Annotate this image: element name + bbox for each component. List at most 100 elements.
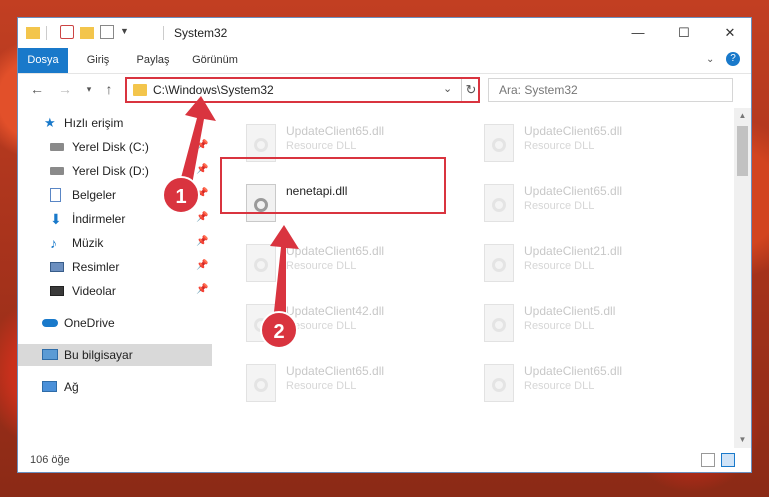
dll-file-icon [484, 124, 514, 162]
maximize-button[interactable]: ☐ [661, 18, 707, 48]
item-count: 106 öğe [30, 454, 70, 466]
dll-file-icon [246, 244, 276, 282]
pin-icon[interactable]: 📌 [196, 260, 208, 271]
status-bar: 106 öğe [18, 450, 751, 472]
quick-access-dropdown-icon[interactable]: ▼ [120, 26, 129, 36]
gear-icon [492, 198, 506, 212]
up-button[interactable]: ↑ [100, 80, 118, 98]
file-name: UpdateClient65.dll [524, 184, 623, 198]
properties-icon[interactable] [60, 25, 74, 39]
dll-file-icon [484, 244, 514, 282]
gear-icon [492, 258, 506, 272]
tab-giris[interactable]: Giriş [78, 48, 118, 73]
sidebar-item-label: Yerel Disk (C:) [72, 140, 149, 154]
tab-dosya[interactable]: Dosya [18, 48, 68, 73]
folder-icon [26, 27, 40, 39]
sidebar-item-videos[interactable]: Videolar 📌 [18, 280, 212, 302]
scroll-up-icon[interactable]: ▲ [734, 108, 751, 124]
refresh-button[interactable]: ↻ [461, 79, 480, 101]
file-item[interactable]: UpdateClient65.dll Resource DLL [242, 240, 472, 288]
file-item[interactable]: UpdateClient21.dll Resource DLL [480, 240, 710, 288]
new-folder-icon[interactable] [80, 27, 94, 39]
details-view-icon[interactable] [701, 453, 715, 467]
file-type: Resource DLL [524, 380, 595, 392]
minimize-button[interactable]: — [615, 18, 661, 48]
sidebar-item-label: Yerel Disk (D:) [72, 164, 149, 178]
window-title: System32 [174, 26, 228, 40]
file-name: UpdateClient21.dll [524, 244, 623, 258]
search-placeholder: Ara: System32 [499, 83, 578, 97]
recent-locations-chevron-icon[interactable]: ▾ [80, 80, 98, 98]
file-type: Resource DLL [286, 260, 357, 272]
search-input[interactable]: Ara: System32 [488, 78, 733, 102]
sidebar-item-label: Bu bilgisayar [64, 348, 133, 362]
vertical-scrollbar[interactable]: ▲ ▼ [734, 108, 751, 448]
file-name: UpdateClient65.dll [524, 364, 623, 378]
file-name: UpdateClient65.dll [286, 124, 385, 138]
separator [46, 26, 47, 40]
gear-icon [254, 378, 268, 392]
pin-icon[interactable]: 📌 [196, 236, 208, 247]
file-type: Resource DLL [286, 380, 357, 392]
expand-ribbon-icon[interactable]: ⌄ [706, 54, 714, 65]
music-icon: ♪ [50, 235, 57, 251]
separator [163, 26, 164, 40]
gear-icon [254, 258, 268, 272]
documents-icon [50, 188, 61, 202]
file-type: Resource DLL [524, 140, 595, 152]
pin-icon[interactable]: 📌 [196, 284, 208, 295]
dll-file-icon [246, 364, 276, 402]
step-marker-1: 1 [162, 176, 200, 214]
address-bar[interactable]: C:\Windows\System32 ⌄ ↻ [125, 77, 480, 103]
help-button[interactable]: ? [726, 52, 740, 66]
navigation-pane: ★ Hızlı erişim Yerel Disk (C:) 📌 Yerel D… [18, 108, 212, 448]
drive-icon [50, 143, 64, 151]
pin-icon[interactable]: 📌 [196, 212, 208, 223]
title-bar: ▼ System32 — ☐ ✕ [18, 18, 751, 48]
scroll-down-icon[interactable]: ▼ [734, 432, 751, 448]
chevron-down-icon[interactable]: ⌄ [443, 82, 452, 95]
sidebar-item-music[interactable]: ♪ Müzik 📌 [18, 232, 212, 254]
highlight-box-file [220, 157, 446, 214]
sidebar-item-label: Belgeler [72, 188, 117, 202]
file-item[interactable]: UpdateClient65.dll Resource DLL [480, 360, 710, 408]
sidebar-item-pictures[interactable]: Resimler 📌 [18, 256, 212, 278]
sidebar-item-quick-access[interactable]: ★ Hızlı erişim [18, 112, 212, 134]
pin-icon[interactable]: 📌 [196, 140, 208, 151]
downloads-icon: ⬇ [50, 211, 62, 227]
large-icons-view-icon[interactable] [721, 453, 735, 467]
dll-file-icon [484, 364, 514, 402]
sidebar-item-disk-c[interactable]: Yerel Disk (C:) 📌 [18, 136, 212, 158]
address-path: C:\Windows\System32 [153, 83, 274, 97]
forward-button[interactable]: → [56, 80, 74, 98]
file-name: UpdateClient5.dll [524, 304, 616, 318]
customize-toolbar-icon[interactable] [100, 25, 114, 39]
cloud-icon [42, 319, 58, 327]
file-item[interactable]: UpdateClient5.dll Resource DLL [480, 300, 710, 348]
file-item[interactable]: UpdateClient65.dll Resource DLL [480, 180, 710, 228]
file-name: UpdateClient65.dll [286, 364, 385, 378]
file-type: Resource DLL [524, 200, 595, 212]
sidebar-item-onedrive[interactable]: OneDrive [18, 312, 212, 334]
tab-paylas[interactable]: Paylaş [130, 48, 176, 73]
sidebar-item-label: OneDrive [64, 316, 115, 330]
dll-file-icon [484, 304, 514, 342]
gear-icon [492, 138, 506, 152]
videos-icon [50, 286, 64, 296]
sidebar-item-label: Resimler [72, 260, 120, 274]
dll-file-icon [484, 184, 514, 222]
scrollbar-thumb[interactable] [737, 126, 748, 176]
file-item[interactable]: UpdateClient65.dll Resource DLL [480, 120, 710, 168]
sidebar-item-this-pc[interactable]: Bu bilgisayar [18, 344, 212, 366]
address-row: ← → ▾ ↑ C:\Windows\System32 ⌄ ↻ Ara: Sys… [18, 74, 751, 106]
file-type: Resource DLL [286, 140, 357, 152]
file-item[interactable]: UpdateClient65.dll Resource DLL [242, 360, 472, 408]
sidebar-item-network[interactable]: Ağ [18, 376, 212, 398]
close-button[interactable]: ✕ [707, 18, 753, 48]
file-type: Resource DLL [524, 320, 595, 332]
sidebar-item-label: İndirmeler [72, 212, 126, 226]
tab-gorunum[interactable]: Görünüm [186, 48, 244, 73]
sidebar-item-label: Hızlı erişim [64, 116, 124, 130]
back-button[interactable]: ← [28, 80, 46, 98]
pin-icon[interactable]: 📌 [196, 164, 208, 175]
